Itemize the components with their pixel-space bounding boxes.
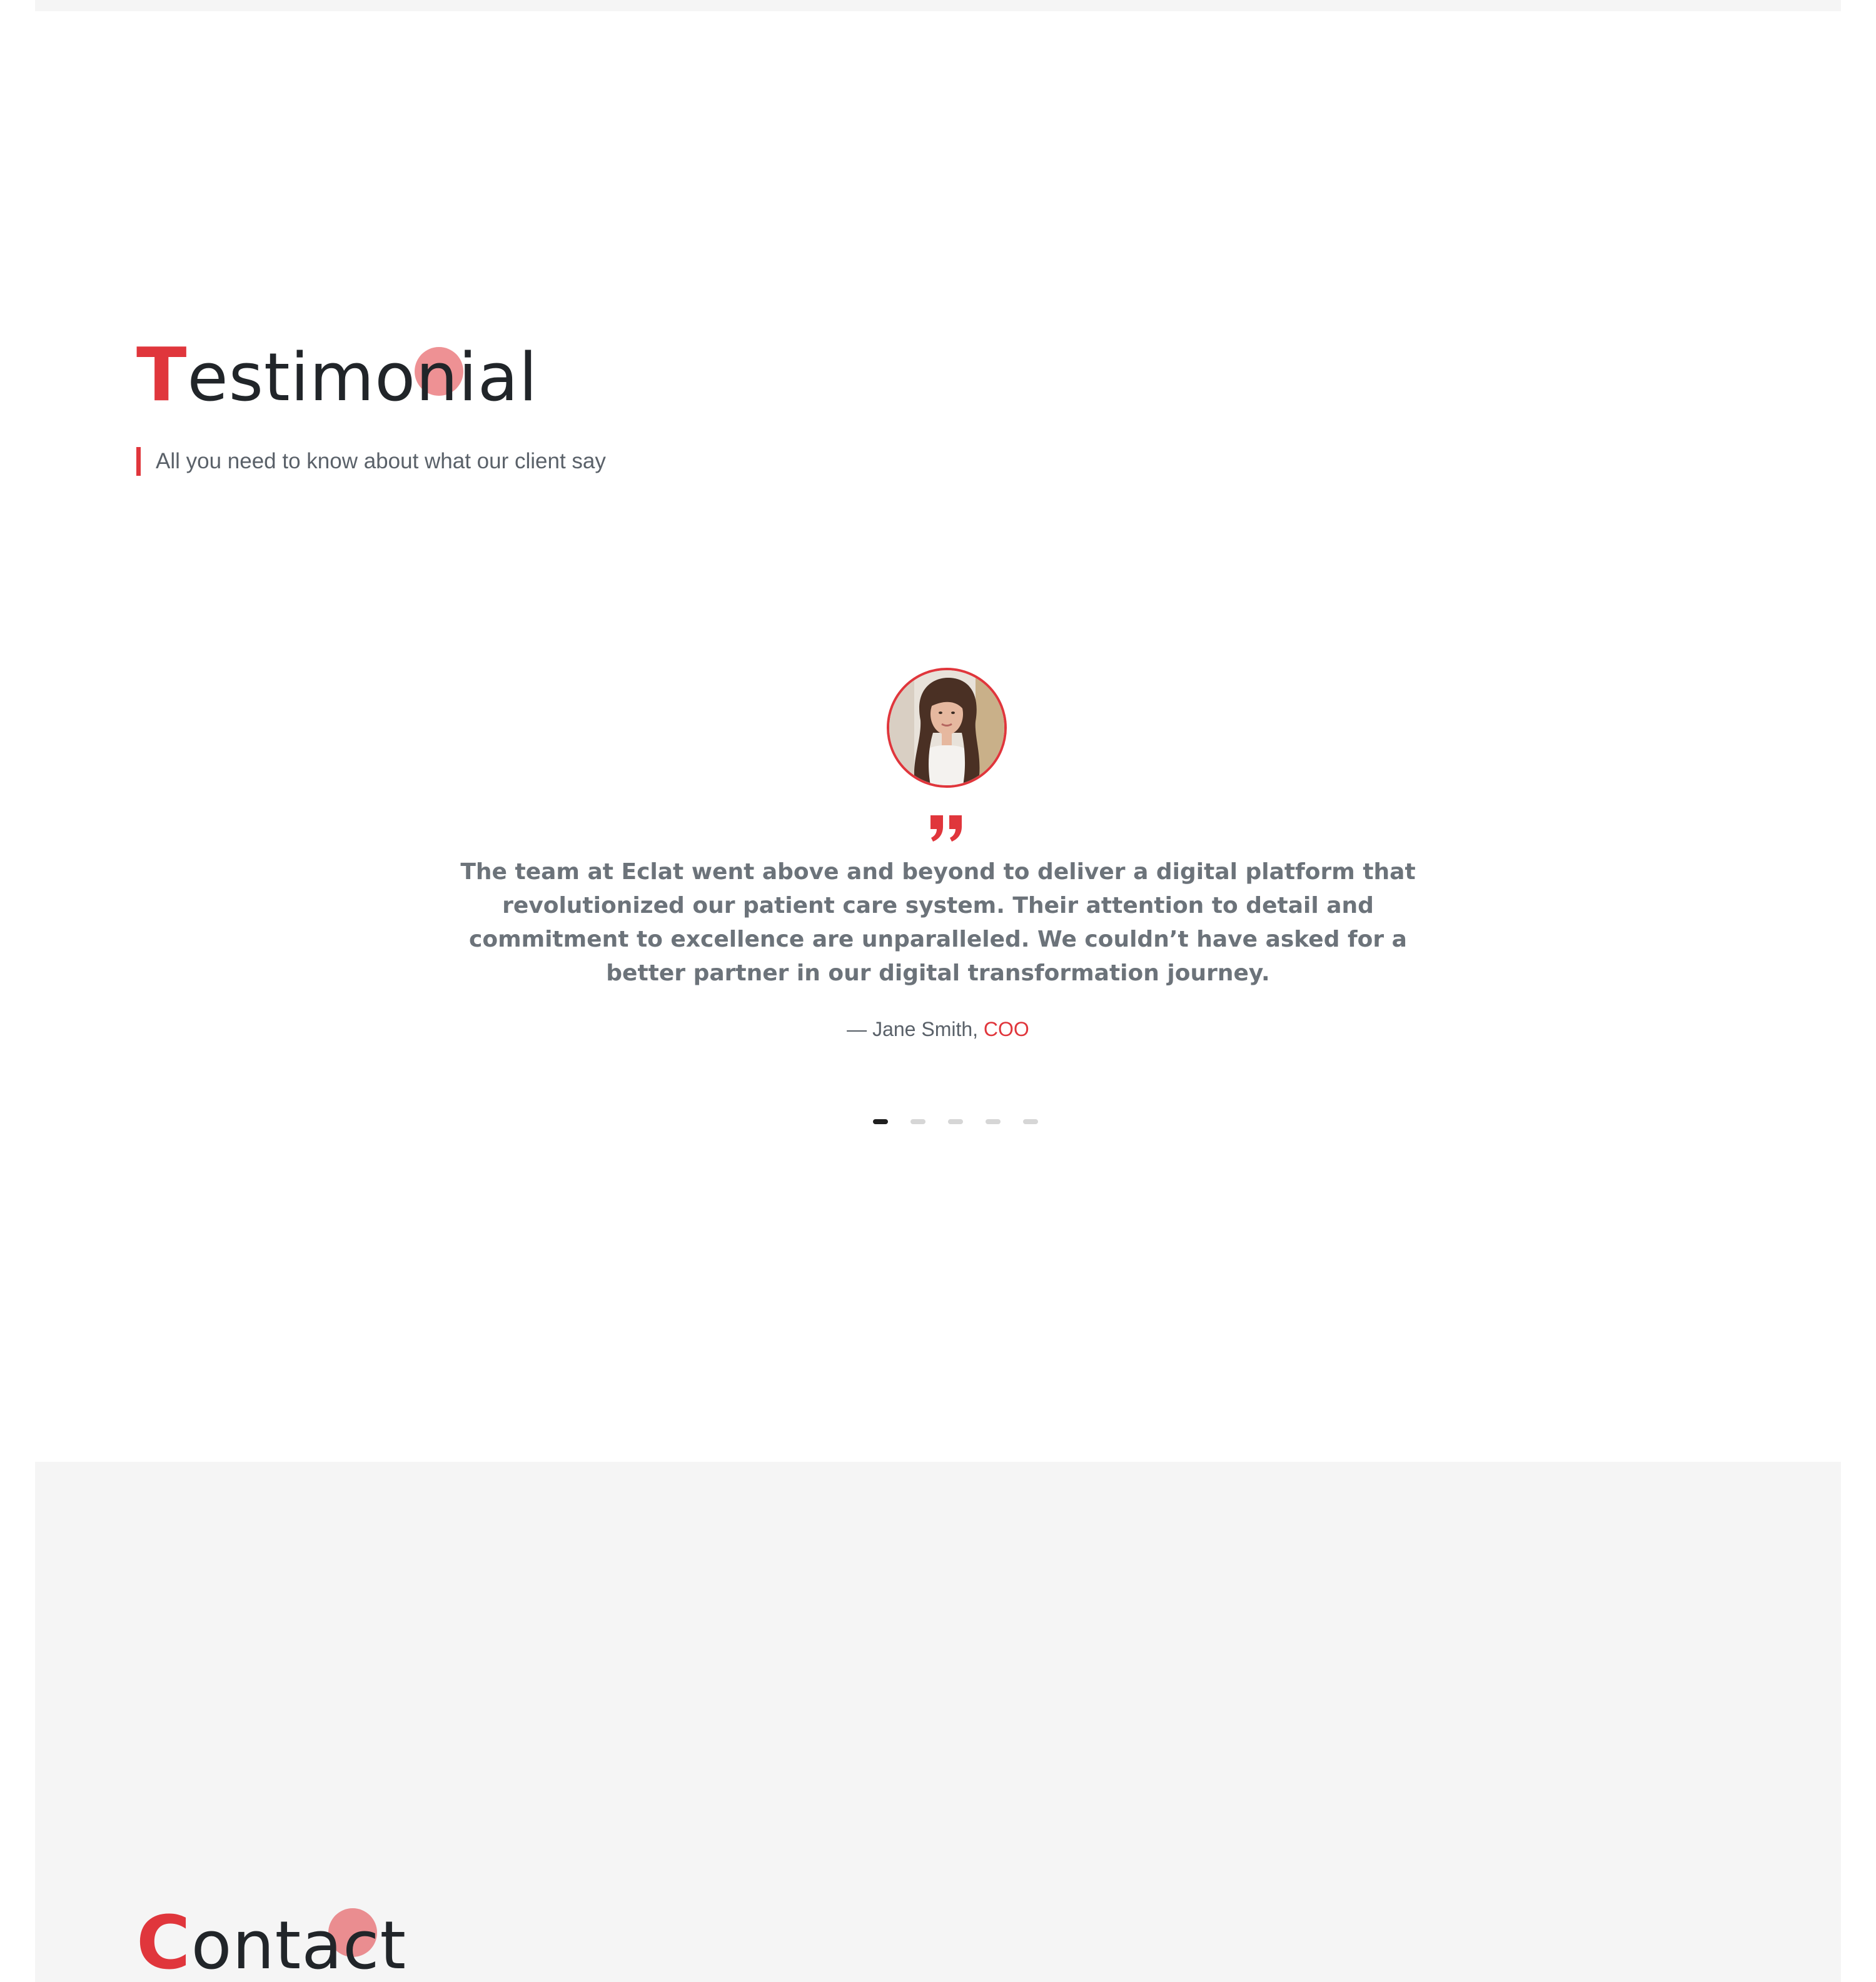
- contact-section: Contact: [35, 1462, 1841, 1982]
- previous-section-bottom: [35, 0, 1841, 11]
- title-rest: ontact: [191, 1907, 407, 1982]
- client-avatar: [887, 668, 1007, 788]
- testimonial-author: — Jane Smith, COO: [625, 1017, 1251, 1042]
- carousel-dot-4[interactable]: [986, 1119, 1001, 1124]
- testimonial-quote: The team at Eclat went above and beyond …: [460, 859, 1416, 986]
- title-first-letter: C: [136, 1899, 191, 1982]
- testimonial-subtitle: All you need to know about what our clie…: [136, 447, 606, 476]
- carousel-dot-2[interactable]: [910, 1119, 925, 1124]
- carousel-dot-5[interactable]: [1023, 1119, 1038, 1124]
- carousel-dot-1[interactable]: [873, 1119, 888, 1124]
- testimonial-title: Testimonial: [136, 338, 538, 411]
- client-photo: [889, 670, 1004, 785]
- carousel-dot-3[interactable]: [948, 1119, 963, 1124]
- title-rest: estimonial: [187, 339, 538, 416]
- title-first-letter: T: [136, 331, 188, 418]
- author-name: — Jane Smith,: [847, 1018, 984, 1040]
- contact-title: Contact: [136, 1906, 406, 1979]
- author-role: COO: [983, 1018, 1029, 1040]
- quote-icon: [930, 815, 962, 842]
